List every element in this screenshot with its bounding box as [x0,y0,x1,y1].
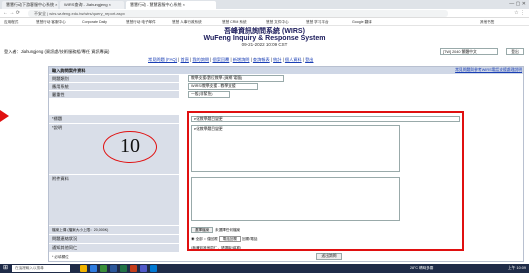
file-explorer-icon[interactable] [80,265,87,272]
language-select[interactable]: [TW] 2040 繁體中文 [440,48,498,55]
chrome-icon[interactable] [100,265,107,272]
user-info: 登入者：Jiahungjeng (資訊處/技術服務組/專任 資訊專員) [4,49,110,54]
excel-icon[interactable] [120,265,127,272]
category-label: 問題類別 [49,75,179,82]
step-number-callout: 10 [103,131,157,163]
outlook-icon[interactable] [150,265,157,272]
nav-new-inquiry[interactable]: 新增詢問 [233,57,250,62]
app-label: 應用系統 [49,83,179,90]
edge-icon[interactable] [90,265,97,272]
required-note: * 必填欄位 [52,255,69,259]
bookmark[interactable]: 应用程式 [4,19,18,25]
bookmark[interactable]: 慧慧 学习平台 [306,19,329,25]
bookmarks-bar [0,18,529,26]
attachment-label: 附件資料 [49,175,179,225]
taskbar-search[interactable]: 在這裡輸入以搜尋 [12,265,70,272]
upload-label: 檔案上傳 (檔案大小上限：20,000K) [49,226,179,234]
url-input[interactable]: 不安全 | wirs.wufeng.edu.tw/wirs/query_repo… [28,10,448,17]
bookmark[interactable]: 慧慧行动 客服中心 [36,19,66,25]
browser-tab-active[interactable]: 慧慧行动 - 慧慧客服中心系统 × [126,1,216,9]
bookmark[interactable]: 慧慧 人事行政系统 [172,19,202,25]
bookmark-other[interactable]: 其他书签 [480,19,494,25]
cc-label: 通知其他同仁 [49,244,179,252]
app-select[interactable]: WIRS/教學支援 - 教學支援 [188,83,258,90]
bookmark[interactable]: Google 翻译 [352,19,372,25]
window-controls[interactable]: — ▢ ✕ [490,1,526,8]
contact-label: 問題連絡狀況 [49,235,179,243]
browser-tab[interactable]: 慧慧行动下游客服中心系统 × [2,1,58,9]
priority-select[interactable]: 一般(非緊急) [188,91,230,98]
subject-label: *標題 [49,115,179,123]
browser-toolbar-icons[interactable]: ☆ ⋮ [470,10,525,17]
nav-faq[interactable]: 常見問題 (FAQ) [148,57,177,62]
nav-stats[interactable]: 統計 [273,57,281,62]
category-select[interactable]: 教學支援/數位教學 (資網 電腦) [188,75,284,82]
logout-button[interactable]: 登出 [506,48,524,55]
submit-button[interactable]: 送出詢問 [316,253,342,260]
nav-logout[interactable]: 登出 [305,57,313,62]
nav-report[interactable]: 查詢報表 [253,57,270,62]
nav-profile[interactable]: 個人資料 [285,57,302,62]
teams-icon[interactable] [140,265,147,272]
powerpoint-icon[interactable] [130,265,137,272]
top-nav: 常見問題 (FAQ) | 首頁 | 我的詢問 | 個案回覆 | 新增詢問 | 查… [148,57,314,62]
priority-label: 嚴重性 [49,91,179,98]
word-icon[interactable] [110,265,117,272]
bookmark[interactable]: Corporate Daily [82,19,107,25]
bookmark[interactable]: 慧慧 CRM 系统 [222,19,247,25]
nav-home[interactable]: 首頁 [181,57,189,62]
bookmark[interactable]: 慧慧行动 电子邮件 [126,19,156,25]
browser-tab[interactable]: WIRS查询 - Jiahungjeng × [60,1,124,9]
nav-case-reply[interactable]: 個案回覆 [213,57,230,62]
windows-start-icon[interactable]: ⊞ [2,265,9,272]
taskbar-clock[interactable]: 上午 10:09 [480,265,526,272]
weather-text[interactable]: 28°C 晴時多雲 [410,265,460,272]
nav-buttons[interactable]: ← → ⟳ [3,10,25,17]
bookmark[interactable]: 慧慧 文件中心 [266,19,289,25]
arrow-pointer-icon [0,110,9,122]
nav-my-inquiries[interactable]: 我的詢問 [192,57,209,62]
highlight-box [187,111,464,251]
help-link[interactable]: 常見問題與參考WIRS電話支援處理說明 [382,67,522,74]
